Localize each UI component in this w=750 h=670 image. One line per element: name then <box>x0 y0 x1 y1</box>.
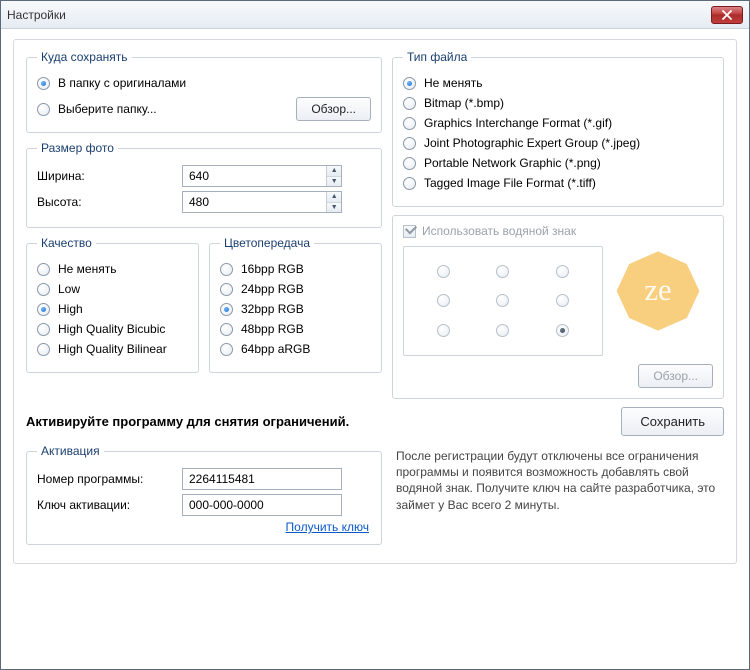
radio-label: Low <box>58 282 80 296</box>
window-title: Настройки <box>7 8 66 22</box>
radio-quality-low[interactable]: Low <box>37 282 188 296</box>
size-legend: Размер фото <box>37 141 118 155</box>
get-key-link[interactable]: Получить ключ <box>286 520 369 534</box>
chevron-down-icon[interactable]: ▼ <box>327 203 341 213</box>
radio-label: 64bpp aRGB <box>241 342 310 356</box>
color-legend: Цветопередача <box>220 236 314 250</box>
radio-color-64[interactable]: 64bpp aRGB <box>220 342 371 356</box>
chevron-up-icon[interactable]: ▲ <box>327 166 341 177</box>
wm-pos-0 <box>437 265 450 278</box>
wm-pos-3 <box>437 294 450 307</box>
activation-info: После регистрации будут отключены все ог… <box>396 444 724 513</box>
width-label: Ширина: <box>37 169 172 183</box>
radio-label: В папку с оригиналами <box>58 76 186 90</box>
save-button[interactable]: Сохранить <box>621 407 724 436</box>
radio-label: Tagged Image File Format (*.tiff) <box>424 176 596 190</box>
wm-pos-8 <box>556 324 569 337</box>
radio-label: Joint Photographic Expert Group (*.jpeg) <box>424 136 640 150</box>
wm-pos-1 <box>496 265 509 278</box>
radio-label: Не менять <box>424 76 482 90</box>
program-no-input[interactable] <box>182 468 342 490</box>
checkbox-icon <box>403 225 416 238</box>
radio-label: Выберите папку... <box>58 102 157 116</box>
wm-pos-4 <box>496 294 509 307</box>
radio-save-originals[interactable]: В папку с оригиналами <box>37 76 371 90</box>
client-area: Куда сохранять В папку с оригиналами Выб… <box>1 29 749 669</box>
color-group: Цветопередача 16bpp RGB 24bpp RGB 32bpp … <box>209 236 382 373</box>
chevron-down-icon[interactable]: ▼ <box>327 177 341 187</box>
radio-filetype-keep[interactable]: Не менять <box>403 76 713 90</box>
radio-label: High Quality Bicubic <box>58 322 165 336</box>
height-input[interactable] <box>183 192 326 212</box>
radio-filetype-png[interactable]: Portable Network Graphic (*.png) <box>403 156 713 170</box>
logo-icon: ze <box>613 246 703 336</box>
size-group: Размер фото Ширина: ▲▼ Высота: <box>26 141 382 228</box>
close-icon <box>722 10 732 20</box>
height-spinner[interactable]: ▲▼ <box>182 191 342 213</box>
titlebar: Настройки <box>1 1 749 29</box>
radio-color-48[interactable]: 48bpp RGB <box>220 322 371 336</box>
svg-text:ze: ze <box>644 273 671 307</box>
radio-color-16[interactable]: 16bpp RGB <box>220 262 371 276</box>
wm-pos-2 <box>556 265 569 278</box>
radio-color-24[interactable]: 24bpp RGB <box>220 282 371 296</box>
quality-group: Качество Не менять Low High High Quality… <box>26 236 199 373</box>
watermark-browse-button: Обзор... <box>638 364 713 388</box>
activation-legend: Активация <box>37 444 104 458</box>
radio-label: 48bpp RGB <box>241 322 304 336</box>
watermark-label: Использовать водяной знак <box>422 224 576 238</box>
radio-save-choose[interactable]: Выберите папку... <box>37 102 157 116</box>
activation-group: Активация Номер программы: Ключ активаци… <box>26 444 382 545</box>
program-no-label: Номер программы: <box>37 472 172 486</box>
radio-color-32[interactable]: 32bpp RGB <box>220 302 371 316</box>
spinner-arrows[interactable]: ▲▼ <box>326 192 341 212</box>
width-spinner[interactable]: ▲▼ <box>182 165 342 187</box>
radio-quality-keep[interactable]: Не менять <box>37 262 188 276</box>
radio-label: 32bpp RGB <box>241 302 304 316</box>
radio-quality-hqbic[interactable]: High Quality Bicubic <box>37 322 188 336</box>
save-to-group: Куда сохранять В папку с оригиналами Выб… <box>26 50 382 133</box>
radio-filetype-tiff[interactable]: Tagged Image File Format (*.tiff) <box>403 176 713 190</box>
key-label: Ключ активации: <box>37 498 172 512</box>
radio-filetype-jpeg[interactable]: Joint Photographic Expert Group (*.jpeg) <box>403 136 713 150</box>
radio-label: Graphics Interchange Format (*.gif) <box>424 116 612 130</box>
settings-window: Настройки Куда сохранять В папку с ориги… <box>0 0 750 670</box>
close-button[interactable] <box>711 6 743 24</box>
key-input[interactable] <box>182 494 342 516</box>
radio-filetype-bmp[interactable]: Bitmap (*.bmp) <box>403 96 713 110</box>
radio-label: 24bpp RGB <box>241 282 304 296</box>
watermark-group: Использовать водяной знак <box>392 215 724 399</box>
radio-label: 16bpp RGB <box>241 262 304 276</box>
radio-quality-hqbil[interactable]: High Quality Bilinear <box>37 342 188 356</box>
wm-pos-5 <box>556 294 569 307</box>
width-input[interactable] <box>183 166 326 186</box>
radio-label: Не менять <box>58 262 116 276</box>
radio-filetype-gif[interactable]: Graphics Interchange Format (*.gif) <box>403 116 713 130</box>
filetype-group: Тип файла Не менять Bitmap (*.bmp) Graph… <box>392 50 724 207</box>
wm-pos-7 <box>496 324 509 337</box>
radio-label: Bitmap (*.bmp) <box>424 96 504 110</box>
radio-label: High <box>58 302 83 316</box>
radio-quality-high[interactable]: High <box>37 302 188 316</box>
radio-label: Portable Network Graphic (*.png) <box>424 156 601 170</box>
activate-prompt: Активируйте программу для снятия огранич… <box>26 414 349 429</box>
spinner-arrows[interactable]: ▲▼ <box>326 166 341 186</box>
save-to-legend: Куда сохранять <box>37 50 132 64</box>
watermark-position-grid <box>403 246 603 356</box>
quality-legend: Качество <box>37 236 96 250</box>
main-panel: Куда сохранять В папку с оригиналами Выб… <box>13 39 737 564</box>
filetype-legend: Тип файла <box>403 50 471 64</box>
browse-folder-button[interactable]: Обзор... <box>296 97 371 121</box>
wm-pos-6 <box>437 324 450 337</box>
chevron-up-icon[interactable]: ▲ <box>327 192 341 203</box>
radio-label: High Quality Bilinear <box>58 342 167 356</box>
watermark-checkbox: Использовать водяной знак <box>403 224 713 238</box>
height-label: Высота: <box>37 195 172 209</box>
